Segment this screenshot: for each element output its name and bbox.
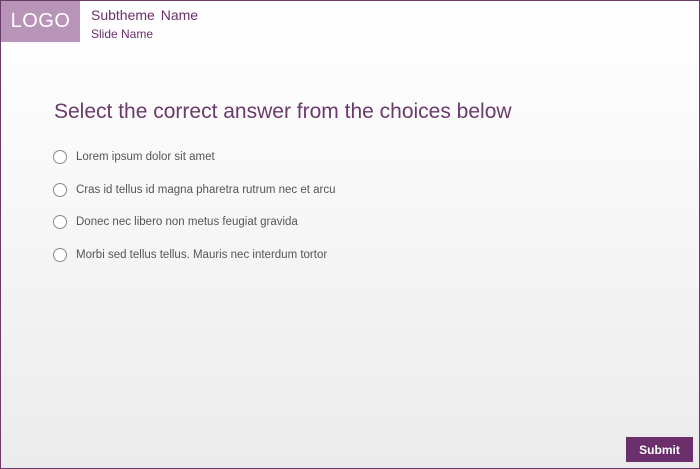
choice-label[interactable]: Cras id tellus id magna pharetra rutrum … xyxy=(76,184,336,196)
choice-label[interactable]: Morbi sed tellus tellus. Mauris nec inte… xyxy=(76,249,327,261)
radio-button-icon[interactable] xyxy=(53,247,67,262)
logo: LOGO xyxy=(1,1,80,42)
choice-label[interactable]: Lorem ipsum dolor sit amet xyxy=(76,151,215,163)
question-prompt: Select the correct answer from the choic… xyxy=(54,100,512,123)
choice-item-2[interactable]: Cras id tellus id magna pharetra rutrum … xyxy=(53,174,336,207)
choice-label[interactable]: Donec nec libero non metus feugiat gravi… xyxy=(76,216,298,228)
choice-item-4[interactable]: Morbi sed tellus tellus. Mauris nec inte… xyxy=(53,239,336,272)
choice-item-3[interactable]: Donec nec libero non metus feugiat gravi… xyxy=(53,206,336,239)
choice-list: Lorem ipsum dolor sit amet Cras id tellu… xyxy=(53,141,336,271)
radio-button-icon[interactable] xyxy=(53,215,67,230)
subtheme-name: Subtheme Name xyxy=(91,7,199,23)
slide-frame: LOGO Subtheme Name Slide Name Select the… xyxy=(0,0,700,469)
radio-button-icon[interactable] xyxy=(53,182,67,197)
submit-button[interactable]: Submit xyxy=(626,437,693,462)
choice-item-1[interactable]: Lorem ipsum dolor sit amet xyxy=(53,141,336,174)
slide-name: Slide Name xyxy=(91,27,154,41)
radio-button-icon[interactable] xyxy=(53,150,67,165)
